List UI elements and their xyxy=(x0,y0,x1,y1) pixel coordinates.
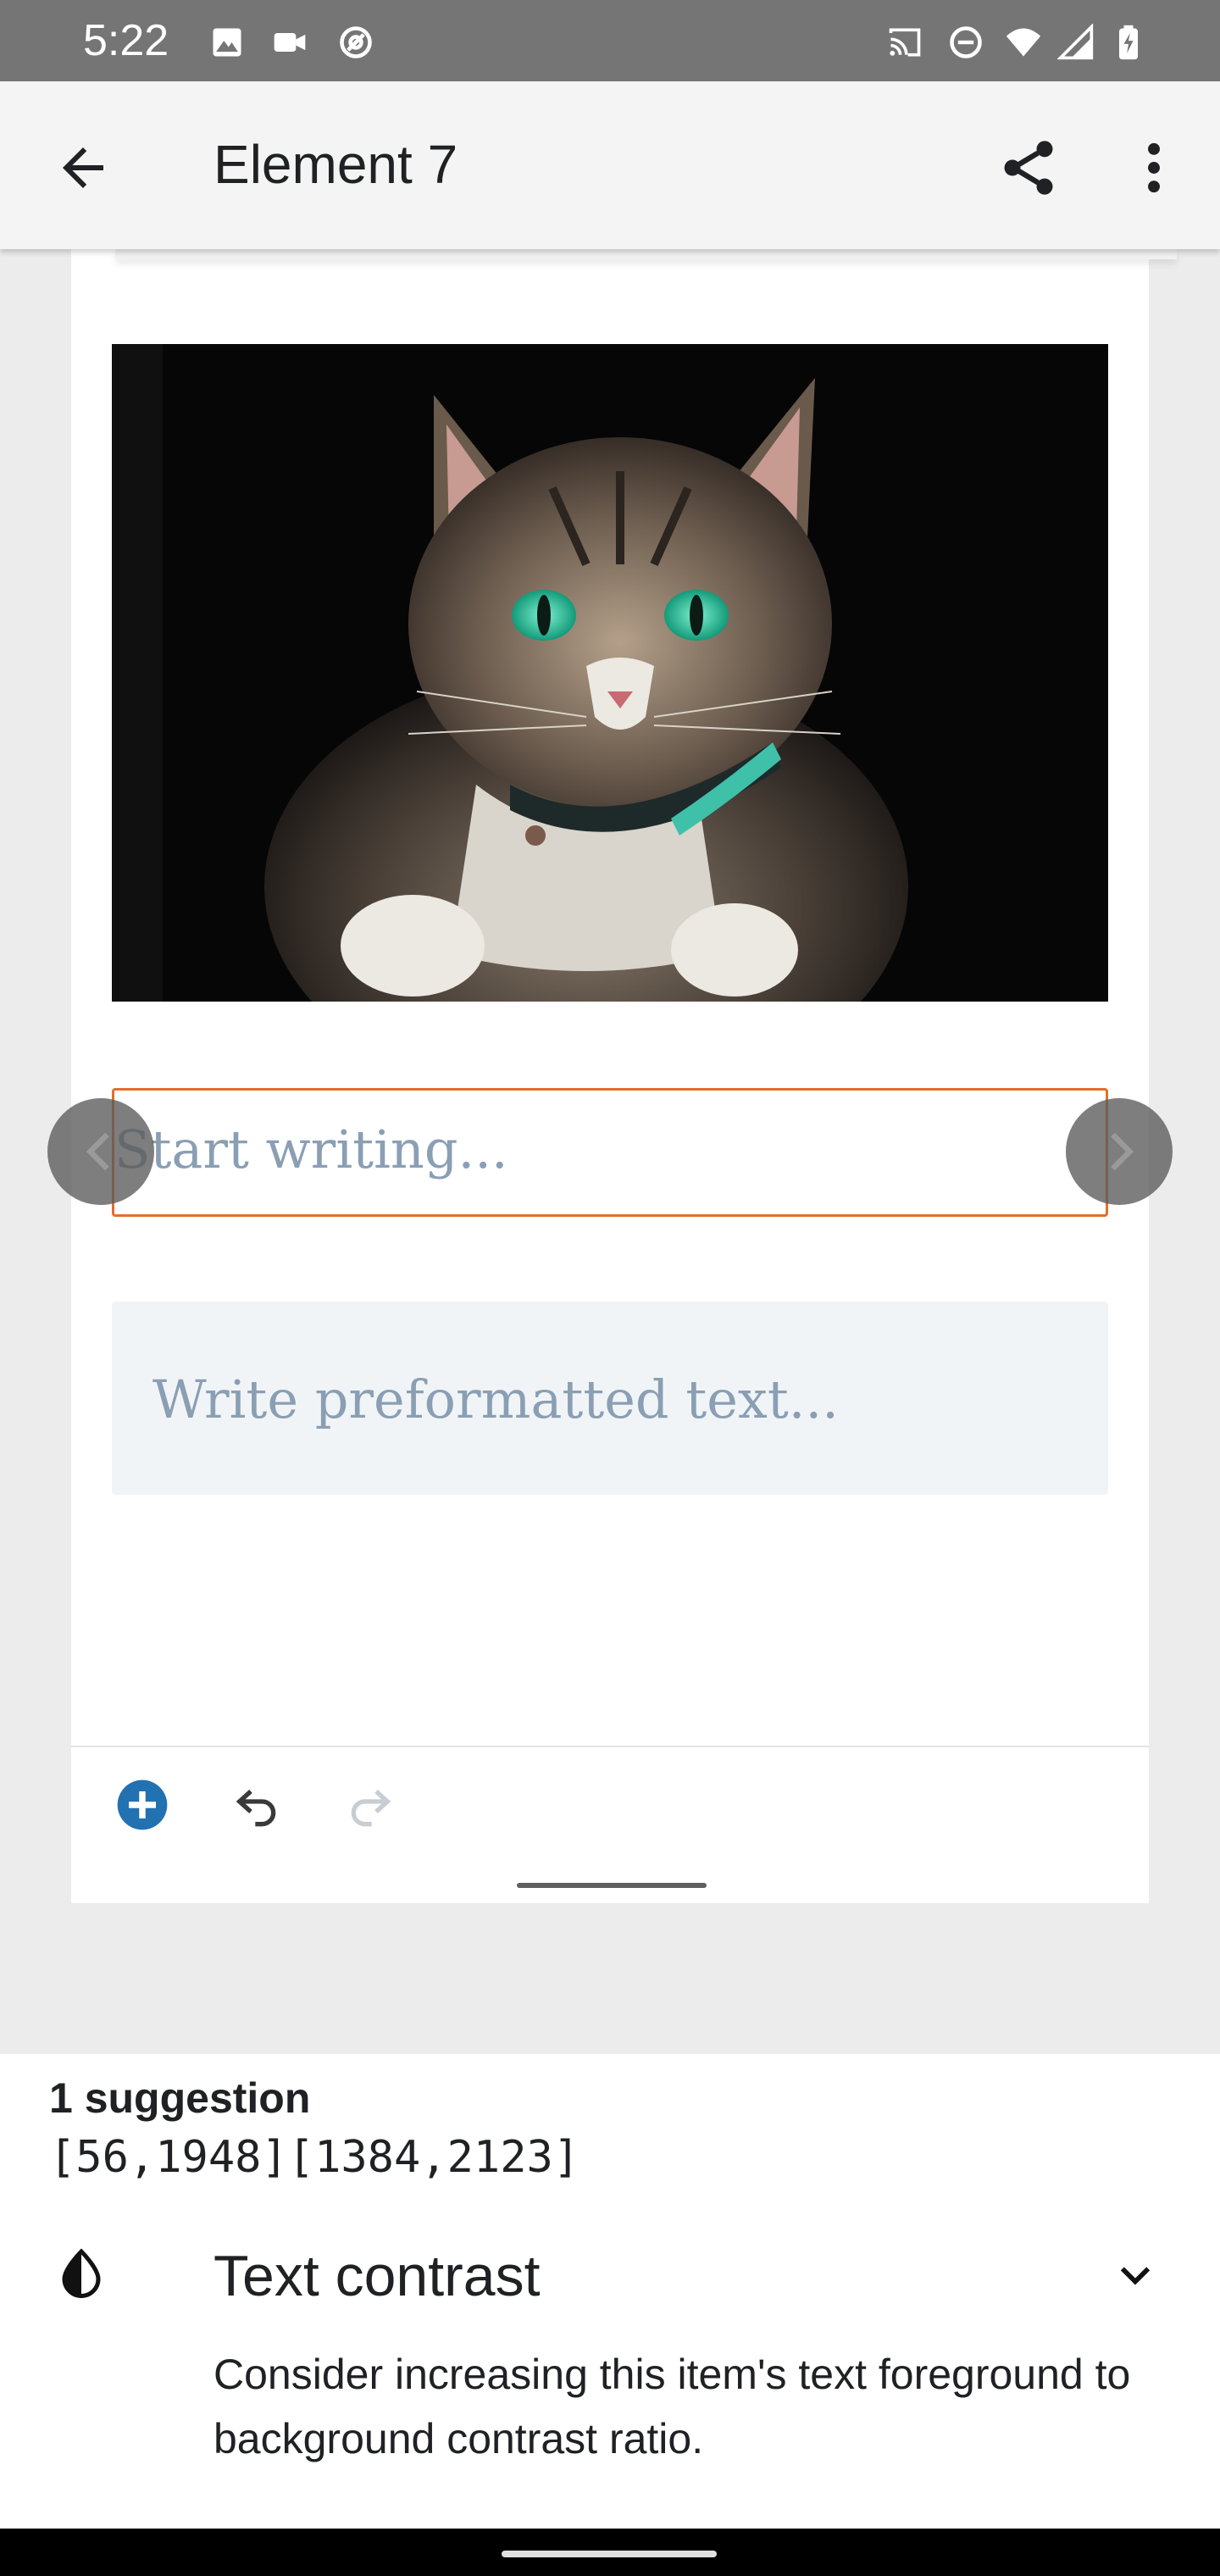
app-bar: Element 7 xyxy=(0,81,1220,249)
next-arrow-button[interactable] xyxy=(1066,1098,1173,1205)
redo-icon[interactable] xyxy=(342,1778,396,1832)
previous-block-edge xyxy=(115,249,1177,259)
chevron-right-icon xyxy=(1111,1132,1134,1171)
keyboard-handle xyxy=(517,1883,707,1888)
suggestion-description: Consider increasing this item's text for… xyxy=(214,2351,1131,2462)
cat-photo xyxy=(112,344,1108,1002)
paragraph-block[interactable]: Start writing... xyxy=(112,1088,1108,1217)
do-not-disturb-icon xyxy=(950,26,982,58)
image-icon xyxy=(213,28,241,57)
status-bar: 5:22 xyxy=(0,0,1220,81)
preformatted-block[interactable]: Write preformatted text... xyxy=(112,1302,1108,1495)
contrast-icon xyxy=(62,2248,101,2298)
preformatted-placeholder: Write preformatted text... xyxy=(152,1368,839,1430)
arrow-left-icon[interactable] xyxy=(53,137,114,198)
cell-signal-icon xyxy=(1057,24,1094,60)
status-time: 5:22 xyxy=(83,16,169,65)
chevron-down-icon[interactable] xyxy=(1113,2254,1157,2298)
suggestion-bounds: [56,1948][1384,2123] xyxy=(49,2132,580,2183)
cat-image[interactable] xyxy=(112,344,1108,1002)
video-camera-icon xyxy=(274,33,306,52)
editor-card: Start writing... Write preformatted text… xyxy=(71,249,1177,1903)
gesture-handle[interactable] xyxy=(502,2551,717,2557)
battery-icon xyxy=(1119,25,1138,60)
undo-icon[interactable] xyxy=(230,1778,285,1832)
paragraph-placeholder: Start writing... xyxy=(114,1119,508,1180)
wifi-icon xyxy=(1006,28,1041,57)
at-sign-icon xyxy=(340,26,372,58)
more-vert-icon[interactable] xyxy=(1130,136,1178,200)
cast-icon xyxy=(889,28,921,57)
plus-circle-icon[interactable] xyxy=(115,1778,169,1832)
suggestion-count: 1 suggestion xyxy=(49,2074,311,2122)
previous-arrow-button[interactable] xyxy=(47,1098,154,1205)
share-icon[interactable] xyxy=(996,136,1061,200)
suggestion-title[interactable]: Text contrast xyxy=(214,2242,541,2310)
editor-toolbar xyxy=(71,1747,1149,1876)
chevron-left-icon xyxy=(86,1132,109,1171)
suggestion-panel: 1 suggestion [56,1948][1384,2123] Text c… xyxy=(0,2054,1220,2529)
page-title: Element 7 xyxy=(214,134,458,195)
